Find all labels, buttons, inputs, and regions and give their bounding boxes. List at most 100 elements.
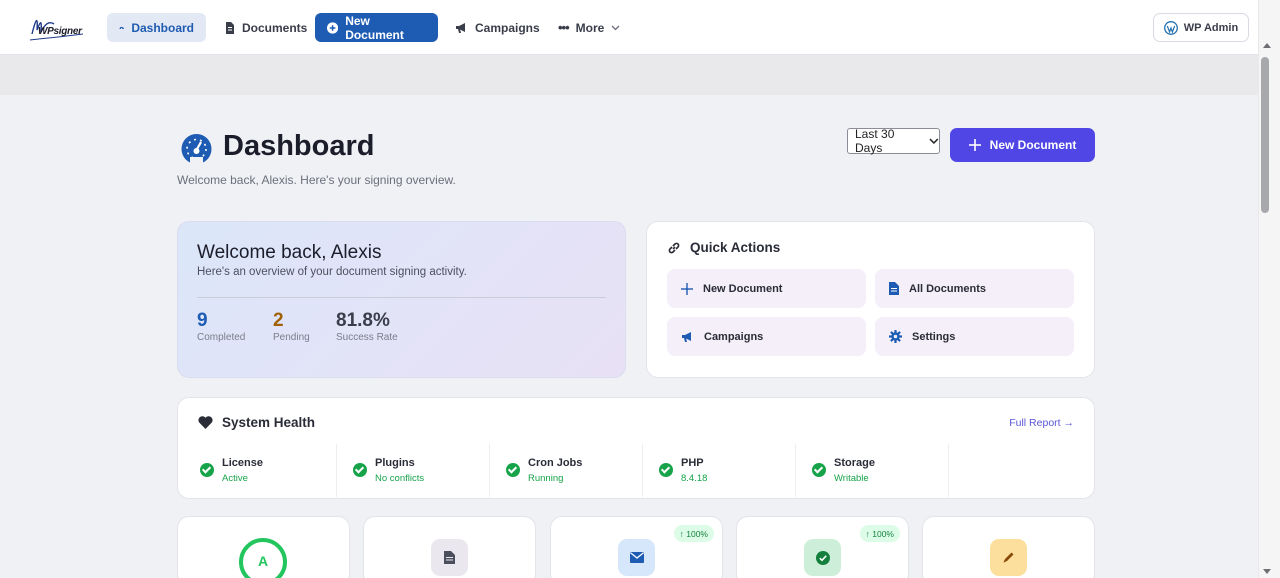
health-item-status: 8.4.18 bbox=[681, 473, 708, 484]
health-item-name: Cron Jobs bbox=[528, 457, 583, 469]
scrollbar-thumb[interactable] bbox=[1261, 57, 1269, 213]
wp-admin-label: WP Admin bbox=[1183, 21, 1239, 34]
new-document-button[interactable]: New Document bbox=[950, 128, 1095, 162]
pencil-icon-tile bbox=[990, 539, 1027, 576]
stat-card-sent: ↑ 100% bbox=[550, 516, 723, 578]
megaphone-icon bbox=[682, 331, 691, 342]
gear-icon bbox=[889, 330, 902, 343]
nav-more-label: More bbox=[575, 20, 605, 35]
document-icon bbox=[444, 551, 455, 564]
health-item-php: PHP 8.4.18 bbox=[643, 444, 796, 497]
health-item-status: Active bbox=[222, 473, 248, 484]
health-item-name: Plugins bbox=[375, 457, 415, 469]
dashboard-gauge-icon bbox=[119, 26, 124, 30]
plus-icon bbox=[681, 282, 693, 295]
quick-action-campaigns[interactable]: Campaigns bbox=[667, 317, 866, 356]
stat-success-rate-value: 81.8% bbox=[336, 310, 390, 331]
stat-card-documents bbox=[363, 516, 536, 578]
nav-documents[interactable]: Documents bbox=[213, 13, 319, 42]
system-health-card: System Health Full Report → License Acti… bbox=[177, 397, 1095, 499]
welcome-title: Welcome back, Alexis bbox=[197, 242, 382, 263]
envelope-icon-tile bbox=[618, 539, 655, 576]
check-circle-icon bbox=[812, 463, 826, 477]
trend-badge: ↑ 100% bbox=[859, 525, 900, 542]
notice-band bbox=[0, 55, 1258, 95]
nav-new-document-label: New Document bbox=[345, 13, 404, 42]
trend-badge: ↑ 100% bbox=[673, 525, 714, 542]
health-item-storage: Storage Writable bbox=[796, 444, 949, 497]
quick-action-label: All Documents bbox=[909, 282, 987, 295]
quick-action-label: New Document bbox=[703, 282, 783, 295]
documents-icon-tile bbox=[431, 539, 468, 576]
nav-new-document-button[interactable]: New Document bbox=[315, 13, 438, 42]
health-item-name: License bbox=[222, 457, 263, 469]
stat-success-rate-label: Success Rate bbox=[336, 332, 398, 343]
quick-action-settings[interactable]: Settings bbox=[875, 317, 1074, 356]
megaphone-icon bbox=[456, 22, 465, 33]
page-subtitle: Welcome back, Alexis. Here's your signin… bbox=[177, 173, 456, 187]
heart-icon bbox=[198, 416, 213, 429]
wordpress-icon bbox=[1163, 20, 1178, 35]
check-icon-tile bbox=[804, 539, 841, 576]
scroll-down-arrow-icon[interactable] bbox=[1263, 569, 1271, 574]
stat-completed-label: Completed bbox=[197, 332, 246, 343]
stat-card-grade: A bbox=[177, 516, 350, 578]
stat-completed: 9 Completed bbox=[197, 310, 245, 343]
system-health-title: System Health bbox=[222, 415, 316, 430]
health-item-plugins: Plugins No conflicts bbox=[337, 444, 490, 497]
pencil-icon bbox=[1003, 552, 1014, 563]
new-document-label: New Document bbox=[989, 138, 1077, 152]
health-item-cron-jobs: Cron Jobs Running bbox=[490, 444, 643, 497]
wpsigner-logo[interactable]: WPsigner bbox=[28, 12, 84, 42]
quick-action-label: Settings bbox=[912, 330, 956, 343]
health-item-name: Storage bbox=[834, 457, 875, 469]
stat-success-rate: 81.8% Success Rate bbox=[336, 310, 398, 343]
health-item-status: Running bbox=[528, 473, 564, 484]
wp-admin-button[interactable]: WP Admin bbox=[1153, 13, 1249, 42]
plus-circle-icon bbox=[327, 21, 339, 34]
document-icon bbox=[889, 282, 899, 295]
nav-more-dropdown[interactable]: ••• More bbox=[546, 13, 632, 42]
nav-dashboard[interactable]: Dashboard bbox=[107, 13, 206, 42]
quick-action-all-documents[interactable]: All Documents bbox=[875, 269, 1074, 308]
link-icon bbox=[668, 242, 680, 253]
system-health-header: System Health bbox=[198, 415, 315, 430]
stat-pending-label: Pending bbox=[273, 332, 310, 343]
page-title: Dashboard bbox=[223, 130, 375, 162]
quick-action-new-document[interactable]: New Document bbox=[667, 269, 866, 308]
grade-ring: A bbox=[239, 538, 287, 578]
health-item-status: No conflicts bbox=[375, 473, 425, 484]
check-circle-icon bbox=[815, 550, 830, 565]
welcome-card: Welcome back, Alexis Here's an overview … bbox=[177, 221, 626, 378]
stat-completed-value: 9 bbox=[197, 310, 208, 331]
scroll-up-arrow-icon[interactable] bbox=[1263, 43, 1271, 48]
grade-value: A bbox=[257, 553, 269, 569]
full-report-link[interactable]: Full Report → bbox=[1009, 417, 1074, 429]
date-range-select[interactable]: Last 30 Days bbox=[847, 127, 940, 155]
dashboard-gauge-icon bbox=[181, 134, 212, 163]
divider bbox=[197, 297, 606, 298]
quick-actions-card: Quick Actions New Document All Documents… bbox=[646, 221, 1095, 378]
check-circle-icon bbox=[506, 463, 520, 477]
health-item-license: License Active bbox=[184, 444, 337, 497]
envelope-icon bbox=[629, 552, 644, 563]
chevron-down-icon bbox=[929, 138, 939, 144]
stat-card-completed: ↑ 100% bbox=[736, 516, 909, 578]
nav-campaigns[interactable]: Campaigns bbox=[443, 13, 552, 42]
welcome-subtitle: Here's an overview of your document sign… bbox=[197, 266, 467, 278]
plus-icon bbox=[968, 139, 981, 151]
quick-actions-header: Quick Actions bbox=[667, 240, 780, 255]
check-circle-icon bbox=[353, 463, 367, 477]
stat-card-pending bbox=[922, 516, 1095, 578]
health-item-status: Writable bbox=[834, 473, 869, 484]
quick-action-label: Campaigns bbox=[704, 330, 764, 343]
nav-campaigns-label: Campaigns bbox=[475, 20, 540, 35]
chevron-down-icon bbox=[611, 25, 620, 30]
ellipsis-icon: ••• bbox=[558, 20, 570, 35]
stat-pending-value: 2 bbox=[273, 310, 284, 331]
nav-dashboard-label: Dashboard bbox=[131, 20, 194, 35]
check-circle-icon bbox=[200, 463, 214, 477]
check-circle-icon bbox=[659, 463, 673, 477]
logo-text: WPsigner bbox=[38, 26, 82, 37]
date-range-value: Last 30 Days bbox=[855, 127, 895, 155]
